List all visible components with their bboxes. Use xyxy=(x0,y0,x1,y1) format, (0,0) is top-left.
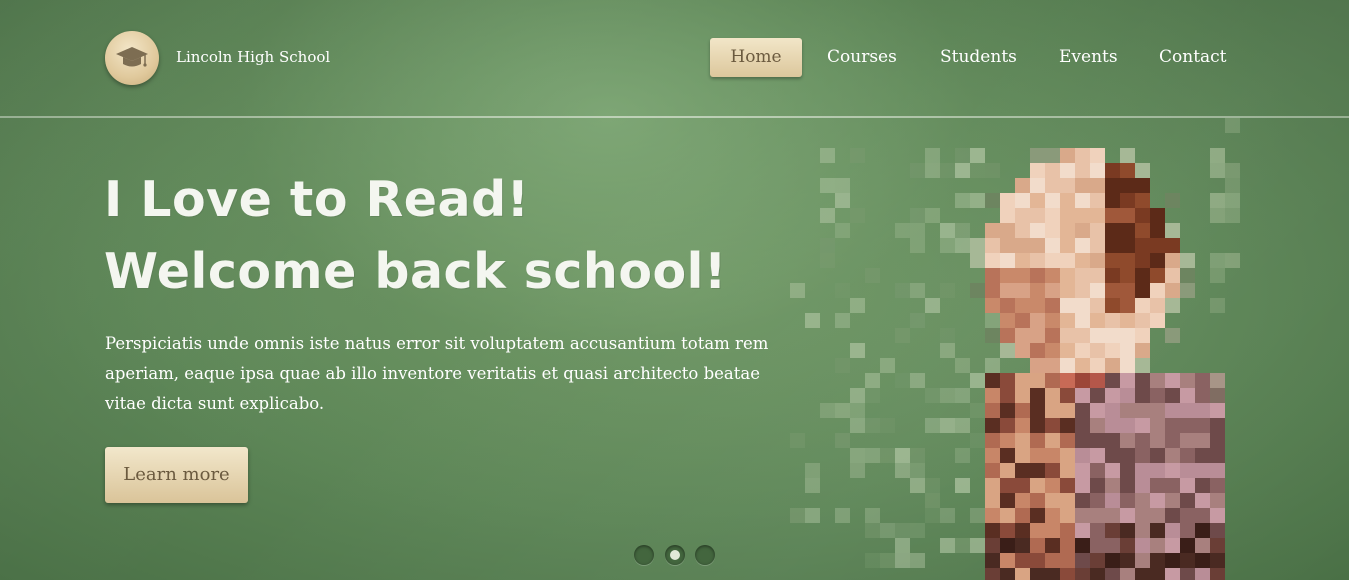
nav-home[interactable]: Home xyxy=(710,38,802,77)
pixelated-child-image xyxy=(790,118,1240,580)
slider-dot-2[interactable] xyxy=(665,545,685,565)
site-title[interactable]: Lincoln High School xyxy=(176,48,330,66)
slider-dot-3[interactable] xyxy=(695,545,715,565)
hero-headline-line2: Welcome back school! xyxy=(104,243,727,300)
nav-students[interactable]: Students xyxy=(940,38,1017,77)
slider-pagination xyxy=(634,545,718,567)
hero-description: Perspiciatis unde omnis iste natus error… xyxy=(105,334,769,413)
nav-courses[interactable]: Courses xyxy=(827,38,897,77)
graduation-cap-icon xyxy=(116,47,148,67)
nav-events[interactable]: Events xyxy=(1059,38,1118,77)
hero-headline-line1: I Love to Read! xyxy=(104,171,530,228)
learn-more-button[interactable]: Learn more xyxy=(105,447,248,503)
nav-contact[interactable]: Contact xyxy=(1159,38,1227,77)
slider-dot-1[interactable] xyxy=(634,545,654,565)
logo-badge[interactable] xyxy=(105,31,159,85)
